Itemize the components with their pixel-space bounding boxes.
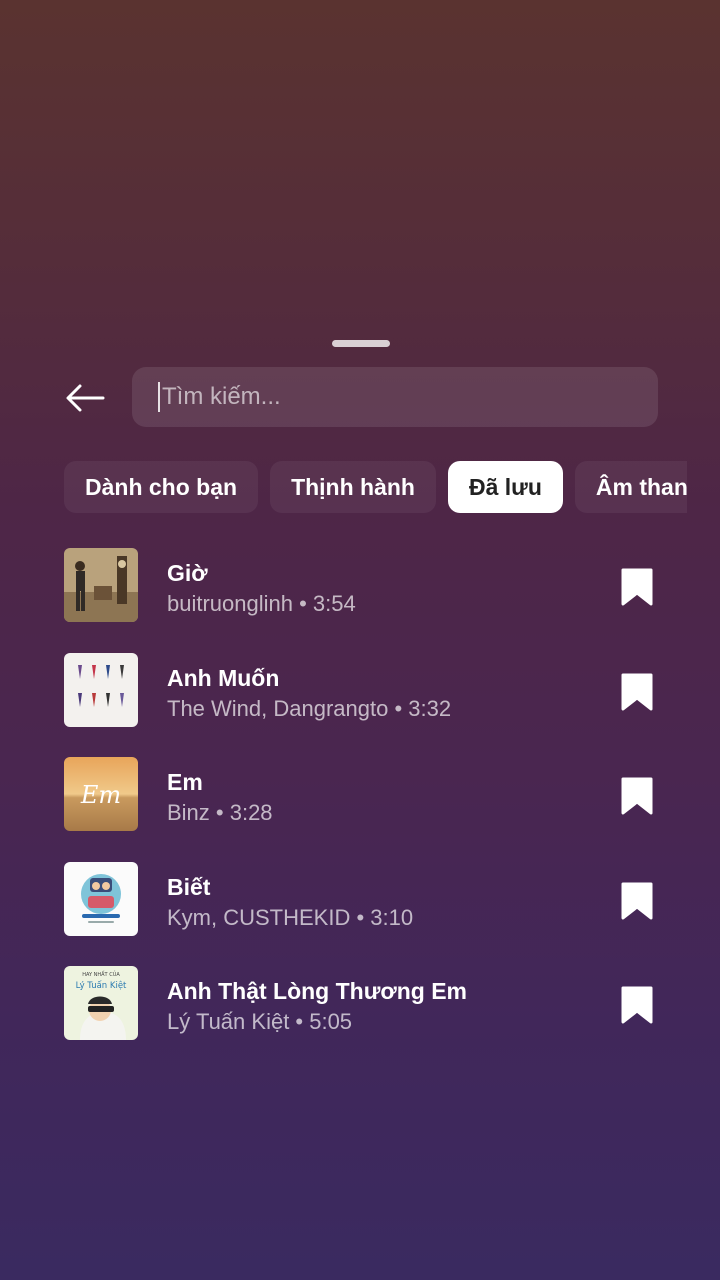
track-artist-duration: The Wind, Dangrangto • 3:32	[167, 695, 452, 721]
track-list: Giờ buitruonglinh • 3:54 Anh Muốn The Wi…	[0, 543, 720, 1066]
track-artist-duration: buitruonglinh • 3:54	[167, 591, 356, 616]
bookmark-icon[interactable]	[619, 568, 655, 606]
track-artist-duration: Lý Tuấn Kiệt • 5:05	[167, 1009, 353, 1034]
bookmark-icon[interactable]	[619, 986, 655, 1024]
search-input[interactable]	[162, 383, 602, 411]
track-title: Anh Thật Lòng Thương Em	[167, 978, 468, 1004]
track-row[interactable]: Em Em Binz • 3:28	[0, 752, 720, 857]
track-title: Giờ	[167, 560, 208, 586]
track-row[interactable]: Biết Kym, CUSTHEKID • 3:10	[0, 857, 720, 962]
tab-saved[interactable]: Đã lưu	[447, 461, 563, 513]
track-row[interactable]: Giờ buitruonglinh • 3:54	[0, 543, 720, 648]
track-row[interactable]: Anh Muốn The Wind, Dangrangto • 3:32	[0, 648, 720, 753]
bookmark-icon[interactable]	[619, 777, 655, 815]
track-title: Em	[167, 769, 203, 795]
svg-text:HAY NHẤT CỦA: HAY NHẤT CỦA	[82, 970, 120, 978]
svg-text:Lý Tuấn Kiệt: Lý Tuấn Kiệt	[76, 980, 127, 991]
sheet-drag-handle[interactable]	[332, 340, 390, 347]
tab-for-you[interactable]: Dành cho bạn	[64, 461, 259, 513]
tab-original-audio[interactable]: Âm thanh gốc	[574, 461, 687, 513]
track-title: Anh Muốn	[167, 664, 280, 691]
album-art	[64, 861, 138, 936]
bookmark-icon[interactable]	[619, 882, 655, 920]
album-art	[64, 652, 138, 727]
album-art: Em	[64, 757, 138, 831]
category-tabs: Dành cho bạn Thịnh hành Đã lưu Âm thanh …	[64, 461, 687, 513]
track-artist-duration: Kym, CUSTHEKID • 3:10	[167, 904, 414, 930]
text-cursor	[158, 382, 160, 412]
bookmark-icon[interactable]	[619, 673, 655, 711]
album-art	[64, 548, 138, 622]
album-art: HAY NHẤT CỦA Lý Tuấn Kiệt	[64, 966, 138, 1040]
tab-trending[interactable]: Thịnh hành	[270, 461, 436, 513]
track-title: Biết	[167, 873, 211, 900]
track-row[interactable]: HAY NHẤT CỦA Lý Tuấn Kiệt Anh Thật Lòng …	[0, 961, 720, 1066]
back-button[interactable]	[62, 378, 108, 418]
svg-text:Em: Em	[80, 781, 121, 809]
search-bar[interactable]	[132, 367, 658, 427]
track-artist-duration: Binz • 3:28	[167, 800, 273, 825]
arrow-left-icon	[66, 384, 105, 412]
